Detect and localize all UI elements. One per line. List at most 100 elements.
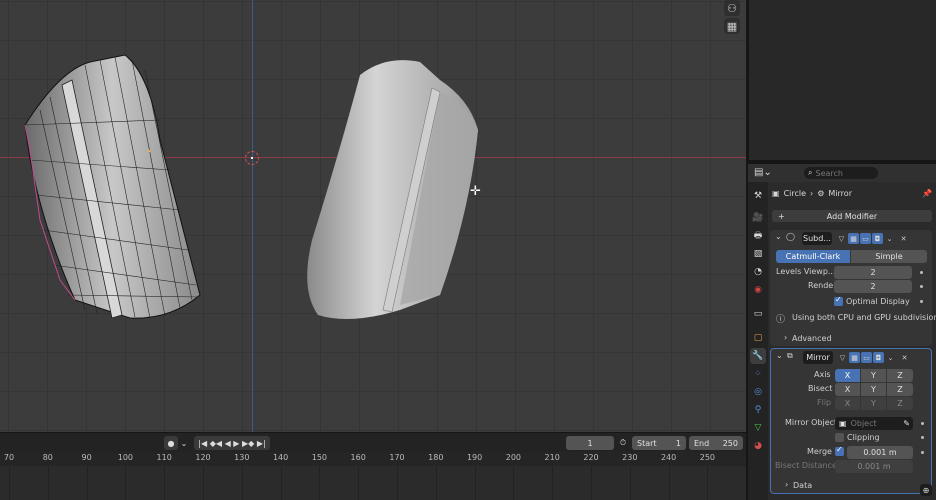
3d-viewport[interactable]: ✛ ⚇ ▦ <box>0 0 746 432</box>
record-icon[interactable]: ● <box>164 436 178 450</box>
edit-mode-mesh[interactable] <box>0 0 746 432</box>
drag-handle-icon[interactable]: ⊕ <box>920 484 932 496</box>
flip-y-toggle[interactable]: Y <box>861 397 886 410</box>
frame-gridline <box>552 466 554 500</box>
bisect-distance-field[interactable]: 0.001 m <box>835 460 913 473</box>
tool-tab-icon[interactable]: ⚒ <box>750 188 766 204</box>
scene-tab-icon[interactable]: ◔ <box>750 264 766 280</box>
viewport-toggle-icon[interactable]: ▭ <box>860 233 871 244</box>
collapse-chevron-icon[interactable]: ⌄ <box>776 351 783 360</box>
keyframe-dot-icon[interactable] <box>920 271 923 274</box>
data-subpanel-label[interactable]: Data <box>793 481 812 490</box>
catmull-clark-button[interactable]: Catmull-Clark <box>776 250 850 263</box>
flip-y-label: Y <box>871 399 876 408</box>
bisect-y-toggle[interactable]: Y <box>861 383 886 396</box>
play-icon[interactable]: ▶ <box>233 439 239 448</box>
eyedropper-icon[interactable]: ✎ <box>903 419 913 428</box>
constraints-tab-icon[interactable]: ⚲ <box>750 402 766 418</box>
prev-keyframe-icon[interactable]: ◆◀ <box>210 439 222 448</box>
merge-checkbox[interactable] <box>835 445 844 456</box>
merge-distance-field[interactable]: 0.001 m <box>847 446 913 459</box>
bisect-z-toggle[interactable]: Z <box>887 383 913 396</box>
mirror-object-field[interactable]: ▣ Object ✎ <box>835 417 913 430</box>
subdivision-icon: ◯ <box>786 232 795 241</box>
flip-z-toggle[interactable]: Z <box>887 397 913 410</box>
optimal-display-checkbox[interactable] <box>834 295 843 306</box>
world-tab-icon[interactable]: ◉ <box>750 282 766 298</box>
next-keyframe-icon[interactable]: ▶◆ <box>242 439 254 448</box>
expand-chevron-icon[interactable]: › <box>784 333 787 342</box>
frame-tick-label: 230 <box>622 453 638 462</box>
collapse-chevron-icon[interactable]: ⌄ <box>775 232 782 241</box>
keyframe-dot-icon[interactable] <box>921 436 924 439</box>
pin-icon[interactable]: 📌 <box>922 189 932 198</box>
bisect-label: Bisect <box>808 384 833 393</box>
frame-tick-label: 250 <box>699 453 716 462</box>
modifier-name-field[interactable]: Mirror <box>803 351 833 364</box>
play-reverse-icon[interactable]: ◀ <box>225 439 231 448</box>
bisect-distance-label: Bisect Distance <box>775 461 837 470</box>
modifier-tab-icon[interactable]: 🔧 <box>750 348 766 364</box>
frame-tick-label: 190 <box>466 453 483 462</box>
timeline-area[interactable]: 70 80 90 100 110 120 130 140 150 160 170 180 190 200 2… <box>0 452 746 500</box>
viewport-toggle-icon[interactable]: ▭ <box>861 352 872 363</box>
keying-dropdown-icon[interactable]: ⌄ <box>180 436 188 450</box>
gizmo-toggle-icon[interactable]: ⚇ <box>724 0 740 16</box>
edit-mode-toggle-icon[interactable]: ▦ <box>849 352 860 363</box>
keyframe-dot-icon[interactable] <box>920 285 923 288</box>
edit-mode-toggle-icon[interactable]: ▦ <box>848 233 859 244</box>
collection-tab-icon[interactable]: ▭ <box>750 306 766 322</box>
grid-view-icon[interactable]: ▦ <box>724 18 740 34</box>
playback-controls[interactable]: |◀ ◆◀ ◀ ▶ ▶◆ ▶| <box>194 436 270 450</box>
axis-y-toggle[interactable]: Y <box>861 369 886 382</box>
flip-x-toggle[interactable]: X <box>835 397 860 410</box>
frame-tick-label: 210 <box>544 453 560 462</box>
material-tab-icon[interactable]: ◕ <box>750 438 766 454</box>
render-levels-label: Render <box>808 281 837 290</box>
search-input[interactable]: ⌕ Search <box>804 167 878 179</box>
merge-distance-value: 0.001 m <box>863 448 897 457</box>
frame-ruler[interactable]: 70 80 90 100 110 120 130 140 150 160 170 180 190 200 2… <box>0 452 746 466</box>
frame-gridline <box>513 466 515 500</box>
render-toggle-icon[interactable]: ◘ <box>872 233 883 244</box>
plus-icon: + <box>778 211 785 221</box>
expand-chevron-icon[interactable]: › <box>785 480 788 489</box>
jump-end-icon[interactable]: ▶| <box>257 439 266 448</box>
editor-type-icon[interactable]: ▤⌄ <box>754 167 772 178</box>
advanced-subpanel-label[interactable]: Advanced <box>792 334 832 343</box>
axis-x-toggle[interactable]: X <box>835 369 860 382</box>
modifier-name-field[interactable]: Subd... <box>802 232 832 245</box>
add-modifier-button[interactable]: + Add Modifier <box>772 210 932 222</box>
edit-cage-icon[interactable]: ▽ <box>836 233 847 244</box>
axis-z-toggle[interactable]: Z <box>887 369 913 382</box>
delete-modifier-icon[interactable]: ✕ <box>899 352 910 363</box>
dropdown-chevron-icon[interactable]: ⌄ <box>885 352 896 363</box>
data-tab-icon[interactable]: ▽ <box>750 420 766 436</box>
render-tab-icon[interactable]: 🎥 <box>750 210 766 226</box>
render-toggle-icon[interactable]: ◘ <box>873 352 884 363</box>
keyframe-dot-icon[interactable] <box>921 451 924 454</box>
keyframe-dot-icon[interactable] <box>920 300 923 303</box>
render-levels-field[interactable]: 2 <box>834 280 912 293</box>
levels-viewport-field[interactable]: 2 <box>834 266 912 279</box>
output-tab-icon[interactable]: 🖶 <box>750 228 766 244</box>
particles-tab-icon[interactable]: ⁘ <box>750 366 766 382</box>
clipping-checkbox[interactable] <box>835 433 844 442</box>
clipping-label: Clipping <box>847 433 880 442</box>
current-frame-field[interactable]: 1 <box>566 436 614 450</box>
levels-viewport-value: 2 <box>870 268 876 277</box>
physics-tab-icon[interactable]: ◎ <box>750 384 766 400</box>
stopwatch-icon[interactable]: ⏱ <box>617 436 629 450</box>
bisect-x-toggle[interactable]: X <box>835 383 860 396</box>
view-layer-tab-icon[interactable]: ▧ <box>750 246 766 262</box>
object-tab-icon[interactable]: ▢ <box>750 330 766 346</box>
dropdown-chevron-icon[interactable]: ⌄ <box>884 233 895 244</box>
start-frame-field[interactable]: Start 1 <box>632 436 686 450</box>
delete-modifier-icon[interactable]: ✕ <box>898 233 909 244</box>
simple-button[interactable]: Simple <box>851 250 927 263</box>
bisect-z-label: Z <box>897 385 903 394</box>
jump-start-icon[interactable]: |◀ <box>198 439 207 448</box>
edit-cage-icon[interactable]: ▽ <box>837 352 848 363</box>
end-frame-field[interactable]: End 250 <box>689 436 743 450</box>
keyframe-dot-icon[interactable] <box>921 422 924 425</box>
